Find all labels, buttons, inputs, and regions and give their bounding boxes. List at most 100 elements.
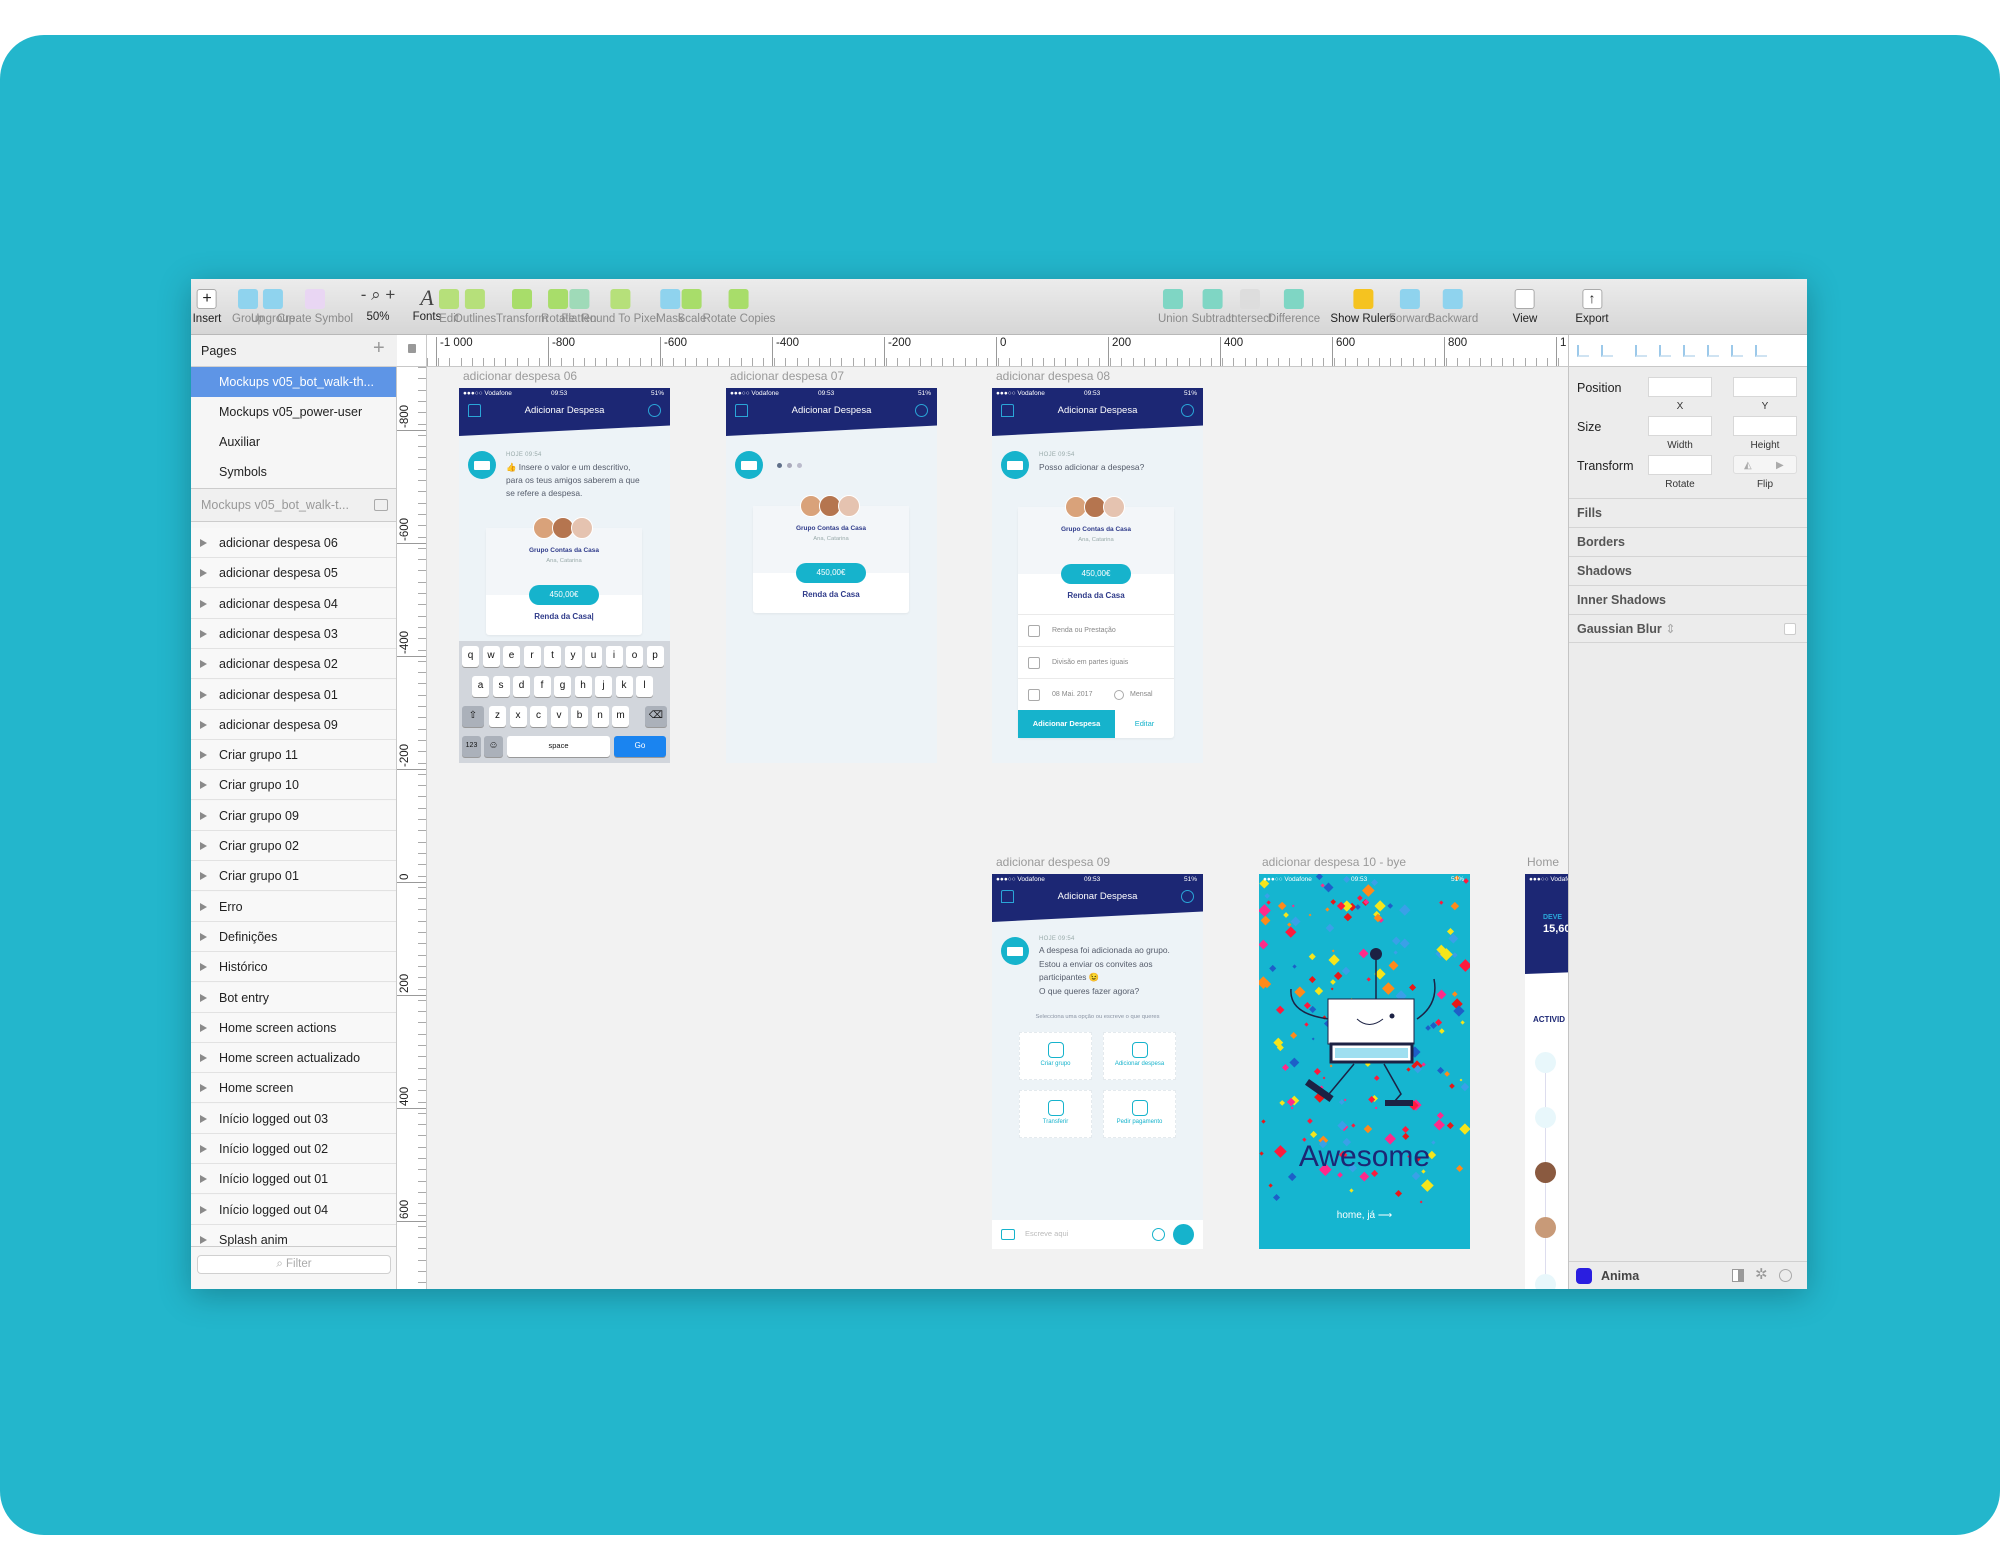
artboard-adicionar-despesa-07[interactable]: ●●●○○ Vodafone 09:53 51% Adicionar Despesa G… bbox=[726, 388, 937, 763]
key-p[interactable]: p bbox=[646, 646, 664, 667]
expense-card[interactable]: Grupo Contas da Casa Ana, Catarina 450,00€… bbox=[1018, 496, 1174, 738]
toolbar-create-symbol-button[interactable]: Create Symbol bbox=[277, 279, 353, 335]
disclosure-triangle-icon[interactable] bbox=[200, 629, 207, 638]
rotate-input[interactable] bbox=[1648, 455, 1712, 475]
detail-row[interactable]: Divisão em partes iguais bbox=[1018, 646, 1174, 678]
toolbar-50--button[interactable]: - ⌕ + 50% bbox=[361, 279, 396, 335]
vertical-ruler[interactable]: -800 -600 -400 -200 0 200 400 600 bbox=[397, 367, 427, 1289]
toolbar-outlines-button[interactable]: Outlines bbox=[454, 279, 496, 335]
artboard-label[interactable]: adicionar despesa 08 bbox=[996, 369, 1110, 383]
disclosure-triangle-icon[interactable] bbox=[200, 539, 207, 547]
disclosure-triangle-icon[interactable] bbox=[200, 1145, 207, 1153]
toolbar-union-button[interactable]: Union bbox=[1158, 279, 1188, 335]
key-l[interactable]: l bbox=[636, 676, 653, 697]
align-center-icon[interactable] bbox=[1659, 345, 1671, 357]
key-k[interactable]: k bbox=[615, 676, 633, 697]
layer-item[interactable]: Início logged out 01 bbox=[191, 1164, 396, 1195]
align-middle-icon[interactable] bbox=[1731, 345, 1743, 357]
key-v[interactable]: v bbox=[550, 706, 568, 727]
ruler-lock[interactable] bbox=[397, 335, 427, 367]
artboard-adicionar-despesa-08[interactable]: ●●●○○ Vodafone 09:53 51% Adicionar Despesa H… bbox=[992, 388, 1203, 763]
key-z[interactable]: z bbox=[489, 706, 506, 727]
layer-item[interactable]: adicionar despesa 09 bbox=[191, 709, 396, 740]
add-page-icon[interactable]: + bbox=[373, 337, 385, 360]
inner-shadows-section[interactable]: Inner Shadows bbox=[1569, 585, 1807, 614]
layer-item[interactable]: adicionar despesa 02 bbox=[191, 649, 396, 680]
disclosure-triangle-icon[interactable] bbox=[200, 993, 207, 1002]
flip-vertical-icon[interactable]: ▶ bbox=[1776, 460, 1784, 471]
go-key[interactable]: Go bbox=[614, 736, 666, 757]
key-j[interactable]: j bbox=[595, 676, 612, 697]
option-tile[interactable]: Transferir bbox=[1019, 1090, 1092, 1138]
key-t[interactable]: t bbox=[544, 646, 561, 667]
key-i[interactable]: i bbox=[605, 646, 623, 667]
layer-item[interactable]: Home screen bbox=[191, 1073, 396, 1104]
option-tile[interactable]: Adicionar despesa bbox=[1103, 1032, 1176, 1080]
artboard-adicionar-despesa-06[interactable]: ●●●○○ Vodafone 09:53 51% Adicionar Despesa H… bbox=[459, 388, 670, 763]
toolbar-export-button[interactable]: ↑ Export bbox=[1575, 279, 1609, 335]
toolbar-view-button[interactable]: View bbox=[1513, 279, 1537, 335]
layer-item[interactable]: Início logged out 03 bbox=[191, 1103, 396, 1134]
key-a[interactable]: a bbox=[472, 676, 489, 697]
flip-horizontal-icon[interactable]: ◭ bbox=[1744, 460, 1752, 471]
horizontal-ruler[interactable]: -1 000 -800 -600 -400 -200 0 200 400 600 800 1 bbox=[427, 335, 1568, 367]
key-o[interactable]: o bbox=[626, 646, 643, 667]
disclosure-triangle-icon[interactable] bbox=[200, 902, 207, 911]
align-right-icon[interactable] bbox=[1683, 345, 1695, 357]
disclosure-triangle-icon[interactable] bbox=[200, 1235, 207, 1244]
key-h[interactable]: h bbox=[574, 676, 592, 697]
amount-pill[interactable]: 450,00€ bbox=[1061, 564, 1131, 584]
distribute-horizontal-icon[interactable] bbox=[1577, 345, 1589, 357]
gear-icon[interactable]: ✲ bbox=[1755, 1265, 1768, 1283]
shift-key[interactable]: ⇧ bbox=[462, 706, 484, 727]
layer-item[interactable]: Bot entry bbox=[191, 982, 396, 1013]
microphone-button[interactable] bbox=[1173, 1224, 1194, 1245]
disclosure-triangle-icon[interactable] bbox=[200, 781, 207, 790]
key-x[interactable]: x bbox=[509, 706, 527, 727]
y-input[interactable] bbox=[1733, 377, 1797, 397]
blur-checkbox[interactable] bbox=[1784, 623, 1796, 635]
page-item[interactable]: Symbols bbox=[191, 457, 396, 487]
key-c[interactable]: c bbox=[530, 706, 547, 727]
option-tile[interactable]: Criar grupo bbox=[1019, 1032, 1092, 1080]
toolbar-difference-button[interactable]: Difference bbox=[1268, 279, 1320, 335]
anima-label[interactable]: Anima bbox=[1601, 1269, 1639, 1283]
flip-buttons[interactable]: ◭ ▶ bbox=[1733, 455, 1797, 474]
layer-item[interactable]: adicionar despesa 01 bbox=[191, 679, 396, 710]
emoji-icon[interactable] bbox=[1152, 1228, 1165, 1241]
disclosure-triangle-icon[interactable] bbox=[200, 751, 207, 760]
compass-icon[interactable] bbox=[1779, 1269, 1792, 1282]
key-m[interactable]: m bbox=[612, 706, 629, 727]
disclosure-triangle-icon[interactable] bbox=[200, 690, 207, 699]
toolbar-forward-button[interactable]: Forward bbox=[1389, 279, 1431, 335]
toolbar-intersect-button[interactable]: Intersect bbox=[1228, 279, 1272, 335]
expense-card[interactable]: Grupo Contas da Casa Ana, Catarina 450,00€… bbox=[486, 517, 642, 635]
collapse-icon[interactable] bbox=[374, 499, 388, 511]
layer-item[interactable]: Início logged out 02 bbox=[191, 1134, 396, 1164]
confirm-button[interactable]: Adicionar Despesa bbox=[1018, 710, 1115, 738]
backspace-key[interactable]: ⌫ bbox=[645, 706, 667, 727]
align-bottom-icon[interactable] bbox=[1755, 345, 1767, 357]
home-link[interactable]: home, já ⟶ bbox=[1259, 1210, 1470, 1221]
disclosure-triangle-icon[interactable] bbox=[200, 842, 207, 850]
toolbar-backward-button[interactable]: Backward bbox=[1428, 279, 1478, 335]
key-r[interactable]: r bbox=[523, 646, 541, 667]
x-input[interactable] bbox=[1648, 377, 1712, 397]
page-item[interactable]: Mockups v05_power-user bbox=[191, 397, 396, 427]
layer-item[interactable]: adicionar despesa 06 bbox=[191, 528, 396, 558]
layer-item[interactable]: Criar grupo 10 bbox=[191, 770, 396, 801]
layer-item[interactable]: Erro bbox=[191, 891, 396, 922]
artboard-label[interactable]: adicionar despesa 09 bbox=[996, 855, 1110, 869]
layer-item[interactable]: Criar grupo 01 bbox=[191, 861, 396, 892]
width-input[interactable] bbox=[1648, 416, 1712, 436]
height-input[interactable] bbox=[1733, 416, 1797, 436]
edit-button[interactable]: Editar bbox=[1115, 710, 1174, 738]
key-y[interactable]: y bbox=[564, 646, 582, 667]
gear-icon[interactable] bbox=[648, 404, 661, 417]
detail-row[interactable]: Renda ou Prestação bbox=[1018, 614, 1174, 646]
key-q[interactable]: q bbox=[462, 646, 479, 667]
home-icon[interactable] bbox=[1001, 890, 1014, 903]
gear-icon[interactable] bbox=[1181, 890, 1194, 903]
key-w[interactable]: w bbox=[482, 646, 500, 667]
disclosure-triangle-icon[interactable] bbox=[200, 660, 207, 669]
